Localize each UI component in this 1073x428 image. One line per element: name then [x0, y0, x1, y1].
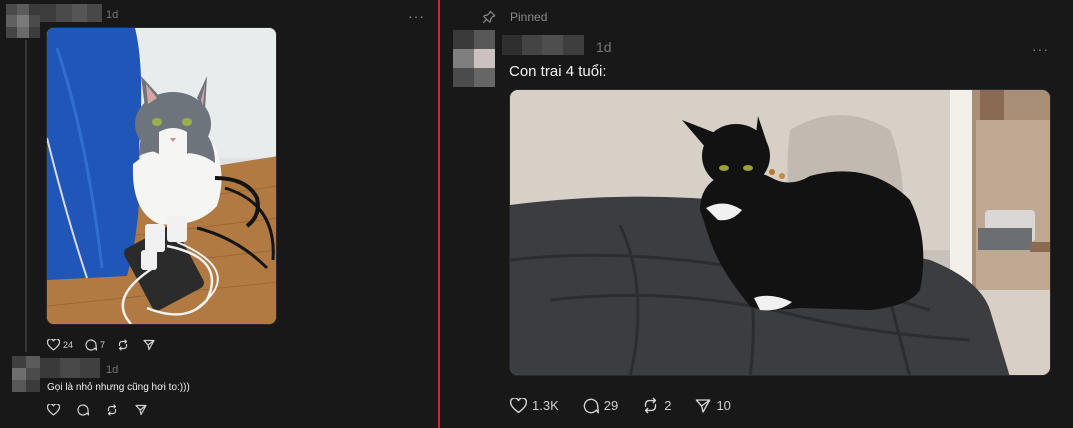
comment-icon: [583, 398, 599, 413]
left-feed-pane: 1d ··· 24 7 1d Gọi là nhỏ nhưng cũng hơi…: [0, 0, 438, 428]
reply-repost-button[interactable]: [106, 404, 118, 416]
reply-username-redacted[interactable]: [40, 358, 100, 378]
like-button[interactable]: 24: [47, 339, 73, 351]
repost-icon: [645, 397, 657, 414]
post-time: 1d: [596, 39, 612, 55]
pinned-label: Pinned: [510, 10, 548, 24]
avatar[interactable]: [453, 30, 495, 87]
post-time: 1d: [106, 9, 119, 21]
reply-button[interactable]: 7: [85, 339, 105, 351]
repost-icon: [118, 339, 128, 351]
send-icon: [135, 404, 147, 416]
more-options-icon[interactable]: ···: [1032, 42, 1049, 56]
post-photo-black-cat[interactable]: [509, 89, 1051, 376]
comment-icon: [77, 404, 89, 416]
share-count: 10: [716, 398, 731, 413]
reply-button[interactable]: 29: [583, 398, 618, 414]
like-count: 24: [63, 340, 74, 350]
like-button[interactable]: 1.3K: [510, 397, 559, 414]
more-options-icon[interactable]: ···: [408, 9, 425, 23]
reply-count: 29: [603, 398, 619, 413]
reply-reply-button[interactable]: [77, 404, 89, 416]
heart-icon: [510, 397, 527, 413]
reply-share-button[interactable]: [135, 404, 147, 416]
post-photo-gray-cat[interactable]: [46, 27, 277, 325]
pin-icon: [482, 10, 496, 24]
reply-text: Gọi là nhỏ nhưng cũng hơi to:))): [47, 382, 190, 393]
reply-like-button[interactable]: [47, 404, 60, 416]
like-count: 1.3K: [532, 398, 559, 413]
repost-button[interactable]: 2: [642, 397, 671, 414]
heart-icon: [47, 404, 60, 416]
post-caption: Con trai 4 tuổi:: [509, 63, 607, 80]
reply-actions: [47, 404, 147, 416]
right-feed-pane: Pinned 1d ··· Con trai 4 tuổi: 1.3K 29 2…: [440, 0, 1073, 428]
share-button[interactable]: [143, 339, 155, 351]
avatar[interactable]: [6, 4, 40, 38]
comment-icon: [85, 339, 98, 351]
repost-count: 2: [664, 398, 672, 413]
left-post-actions: 24 7: [47, 339, 155, 351]
repost-button[interactable]: [117, 339, 129, 351]
send-icon: [143, 339, 155, 351]
username-redacted[interactable]: [502, 35, 584, 55]
right-post-actions: 1.3K 29 2 10: [510, 397, 731, 414]
repost-icon: [107, 404, 117, 416]
share-button[interactable]: 10: [695, 398, 731, 414]
heart-icon: [47, 339, 60, 351]
reply-avatar[interactable]: [12, 356, 40, 392]
reply-time: 1d: [106, 364, 119, 376]
username-redacted[interactable]: [40, 4, 102, 22]
reply-count: 7: [100, 340, 106, 350]
send-icon: [696, 398, 711, 413]
thread-line: [25, 40, 27, 352]
pinned-indicator: Pinned: [482, 10, 547, 24]
